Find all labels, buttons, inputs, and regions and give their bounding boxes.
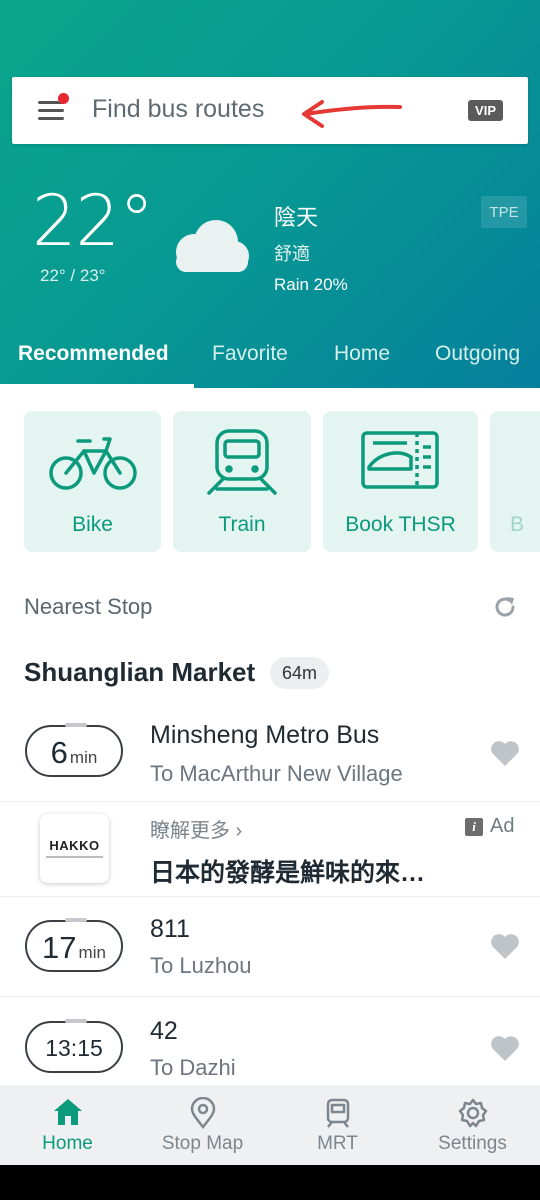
favorite-heart-icon[interactable]: [490, 739, 520, 767]
stop-name[interactable]: Shuanglian Market: [24, 657, 255, 688]
tab-indicator: [0, 384, 194, 388]
nav-mrt[interactable]: MRT: [270, 1085, 405, 1165]
tab-outgoing[interactable]: Outgoing: [435, 342, 520, 366]
ad-tag-text: Ad: [490, 815, 515, 837]
notification-dot: [58, 93, 69, 104]
eta-pill: 13:15: [25, 1019, 123, 1073]
nav-home[interactable]: Home: [0, 1085, 135, 1165]
shortcut-more-label: B: [510, 513, 525, 536]
temperature-range: 22° / 23°: [40, 266, 106, 285]
bike-icon: [49, 437, 137, 490]
stop-distance-badge: 64m: [270, 657, 330, 689]
system-navigation-bar: [0, 1165, 540, 1200]
shortcut-more[interactable]: B: [490, 411, 540, 552]
eta-pill: 6 min: [25, 723, 123, 777]
refresh-icon[interactable]: [492, 594, 518, 620]
ad-learn-more-link[interactable]: 瞭解更多 ›: [150, 814, 242, 843]
nav-stop-map-label: Stop Map: [161, 1133, 244, 1154]
shortcut-train-label: Train: [218, 513, 266, 536]
eta-minutes: 6: [50, 735, 68, 770]
bottom-navigation: Home Stop Map MRT Settings: [0, 1085, 540, 1165]
map-pin-icon: [190, 1097, 216, 1129]
menu-icon[interactable]: [38, 93, 69, 123]
home-icon: [54, 1099, 82, 1125]
city-badge[interactable]: TPE: [481, 196, 527, 228]
annotation-arrow-icon: [302, 100, 402, 128]
ad-label[interactable]: i Ad: [465, 815, 514, 838]
search-input[interactable]: Find bus routes: [92, 95, 264, 124]
eta-time: 13:15: [45, 1035, 103, 1061]
cloud-icon: [176, 220, 249, 272]
gear-icon: [458, 1098, 488, 1128]
route-row[interactable]: 13:15 42 To Dazhi: [0, 997, 540, 1097]
shortcut-thsr[interactable]: Book THSR: [323, 411, 478, 552]
nav-mrt-label: MRT: [317, 1133, 358, 1154]
eta-unit: min: [78, 943, 106, 962]
divider: [0, 801, 540, 802]
tab-bar: Recommended Favorite Home Outgoing: [0, 335, 540, 388]
eta-minutes: 17: [42, 930, 77, 965]
nearest-stop-heading: Nearest Stop: [24, 594, 153, 619]
shortcut-row: Bike Train Book THSR B: [24, 411, 540, 552]
shortcut-train[interactable]: Train: [173, 411, 311, 552]
train-icon: [207, 429, 277, 495]
route-destination: To Luzhou: [150, 953, 252, 978]
tab-home[interactable]: Home: [334, 342, 390, 366]
shortcut-bike[interactable]: Bike: [24, 411, 161, 552]
eta-pill: 17 min: [25, 918, 123, 972]
vip-badge[interactable]: VIP: [468, 100, 503, 121]
weather-condition: 陰天: [274, 205, 319, 230]
route-destination: To Dazhi: [150, 1055, 236, 1080]
thsr-ticket-icon: [361, 431, 439, 489]
shortcut-bike-label: Bike: [72, 513, 113, 536]
nav-home-label: Home: [42, 1133, 93, 1154]
route-name: 42: [150, 1017, 178, 1045]
nav-settings-label: Settings: [438, 1133, 507, 1154]
weather-comfort: 舒適: [274, 244, 310, 264]
ad-logo-text: HAKKO: [49, 838, 100, 853]
current-temperature: 22°: [32, 180, 154, 262]
route-name: Minsheng Metro Bus: [150, 721, 380, 749]
route-row[interactable]: 6 min Minsheng Metro Bus To MacArthur Ne…: [0, 705, 540, 805]
ad-logo[interactable]: HAKKO: [40, 814, 109, 883]
header-hero: Find bus routes VIP 22° 22° / 23° 陰天 舒適 …: [0, 0, 540, 388]
nav-settings[interactable]: Settings: [405, 1085, 540, 1165]
route-name: 811: [150, 915, 190, 943]
search-bar[interactable]: Find bus routes VIP: [12, 77, 528, 144]
route-row[interactable]: 17 min 811 To Luzhou: [0, 897, 540, 997]
tab-recommended[interactable]: Recommended: [18, 342, 169, 366]
shortcut-thsr-label: Book THSR: [345, 513, 456, 536]
ad-title[interactable]: 日本的發酵是鮮味的來…: [150, 853, 425, 889]
favorite-heart-icon[interactable]: [490, 932, 520, 960]
nav-stop-map[interactable]: Stop Map: [135, 1085, 270, 1165]
tab-favorite[interactable]: Favorite: [212, 342, 288, 366]
info-icon: i: [465, 817, 483, 836]
route-destination: To MacArthur New Village: [150, 761, 403, 786]
rain-probability: Rain 20%: [274, 275, 348, 294]
mrt-train-icon: [326, 1098, 350, 1128]
eta-unit: min: [69, 748, 98, 767]
favorite-heart-icon[interactable]: [490, 1034, 520, 1062]
